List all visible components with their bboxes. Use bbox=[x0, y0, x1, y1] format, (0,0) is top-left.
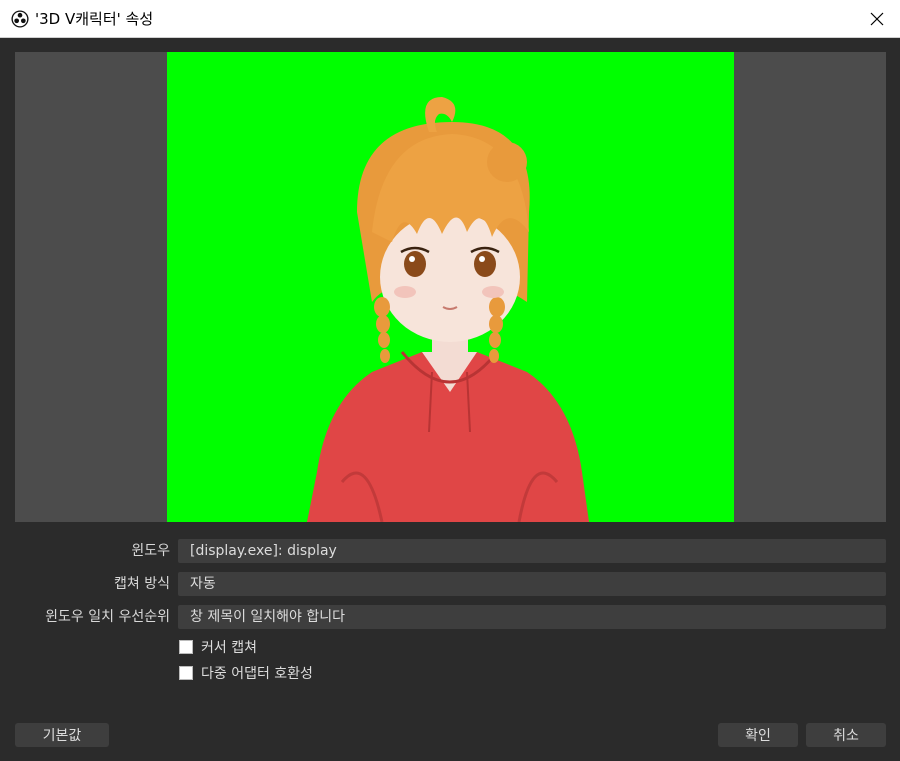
window-label: 윈도우 bbox=[131, 543, 170, 559]
vtuber-character-image bbox=[307, 97, 589, 522]
window-title: '3D V캐릭터' 속성 bbox=[35, 10, 154, 28]
preview-canvas bbox=[167, 52, 734, 522]
preview-panel bbox=[15, 52, 886, 522]
window-match-label: 윈도우 일치 우선순위 bbox=[45, 609, 170, 625]
obs-logo-icon bbox=[11, 9, 29, 28]
capture-method-label: 캡쳐 방식 bbox=[114, 576, 170, 592]
close-button[interactable] bbox=[854, 0, 900, 38]
cancel-button[interactable]: 취소 bbox=[806, 723, 886, 747]
multi-adapter-row[interactable]: 다중 어댑터 호환성 bbox=[179, 664, 313, 682]
capture-cursor-label: 커서 캡쳐 bbox=[201, 640, 257, 656]
close-icon bbox=[870, 12, 884, 26]
ok-button[interactable]: 확인 bbox=[718, 723, 798, 747]
multi-adapter-checkbox[interactable] bbox=[179, 666, 193, 680]
title-bar: '3D V캐릭터' 속성 bbox=[0, 0, 900, 38]
window-select[interactable]: [display.exe]: display bbox=[178, 539, 886, 563]
capture-cursor-row[interactable]: 커서 캡쳐 bbox=[179, 638, 257, 656]
capture-cursor-checkbox[interactable] bbox=[179, 640, 193, 654]
window-match-select[interactable]: 창 제목이 일치해야 합니다 bbox=[178, 605, 886, 629]
multi-adapter-label: 다중 어댑터 호환성 bbox=[201, 666, 313, 682]
defaults-button[interactable]: 기본값 bbox=[15, 723, 109, 747]
capture-method-select[interactable]: 자동 bbox=[178, 572, 886, 596]
